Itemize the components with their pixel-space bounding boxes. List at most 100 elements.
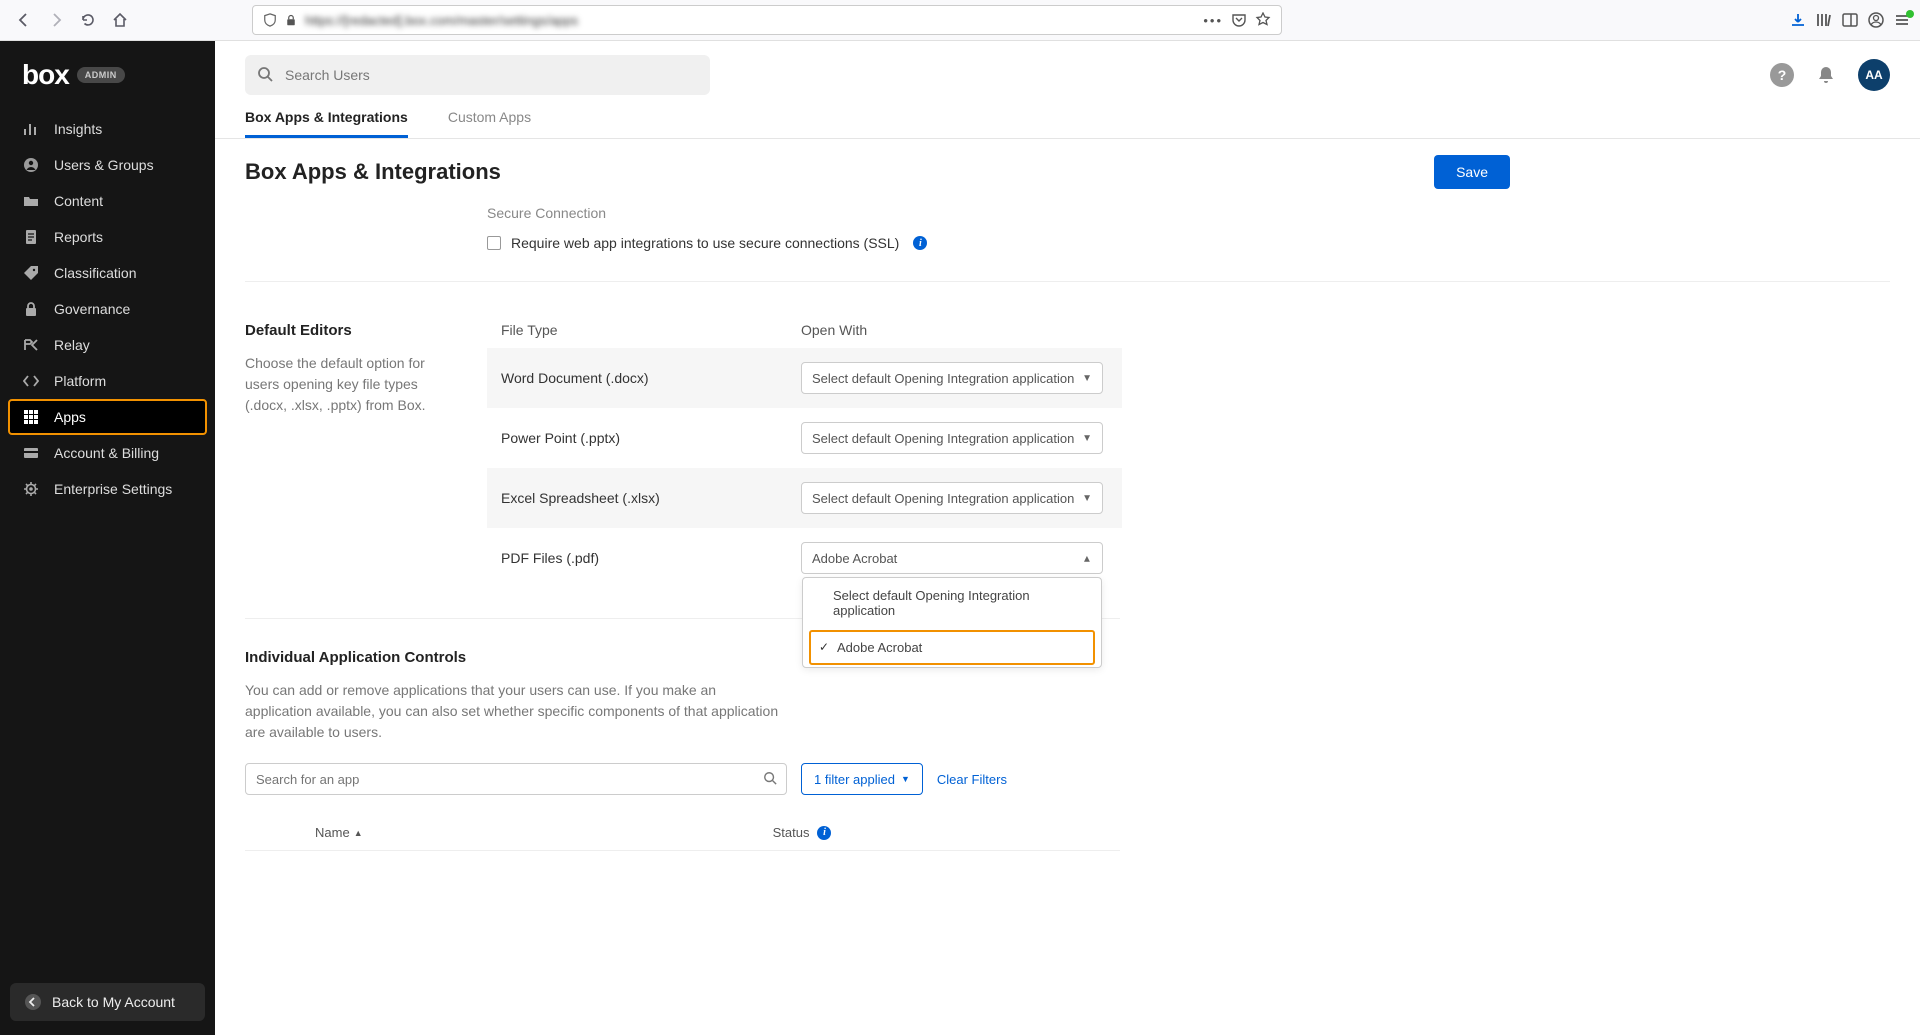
save-button[interactable]: Save	[1434, 155, 1510, 189]
document-icon	[22, 228, 40, 246]
browser-url-text: https://[redacted].box.com/master/settin…	[305, 13, 578, 28]
search-users-input[interactable]	[245, 55, 710, 95]
back-to-account-label: Back to My Account	[52, 994, 175, 1010]
account-icon[interactable]	[1868, 12, 1884, 28]
ssl-checkbox[interactable]	[487, 236, 501, 250]
browser-forward-button[interactable]	[42, 6, 70, 34]
sidebar-toggle-icon[interactable]	[1842, 12, 1858, 28]
folder-icon	[22, 192, 40, 210]
sort-asc-icon: ▲	[354, 828, 363, 838]
sidebar-item-relay[interactable]: Relay	[0, 327, 215, 363]
sidebar-item-reports[interactable]: Reports	[0, 219, 215, 255]
library-icon[interactable]	[1816, 12, 1832, 28]
menu-icon[interactable]	[1894, 12, 1910, 28]
admin-badge: ADMIN	[77, 67, 125, 83]
back-to-account-button[interactable]: Back to My Account	[10, 983, 205, 1021]
sidebar-item-label: Account & Billing	[54, 445, 159, 461]
app-table-header: Name ▲ Status i	[245, 815, 1120, 851]
search-icon	[763, 771, 777, 785]
user-avatar[interactable]: AA	[1858, 59, 1890, 91]
sidebar-item-insights[interactable]: Insights	[0, 111, 215, 147]
editor-row-pdf: PDF Files (.pdf) Adobe Acrobat ▼ Select …	[487, 528, 1122, 588]
open-with-select-powerpoint[interactable]: Select default Opening Integration appli…	[801, 422, 1103, 454]
back-circle-icon	[24, 993, 42, 1011]
main-content: ? AA Box Apps & Integrations Custom Apps…	[215, 41, 1920, 1035]
more-icon[interactable]: •••	[1203, 13, 1223, 28]
file-type-label: PDF Files (.pdf)	[501, 550, 801, 566]
shield-icon	[263, 13, 277, 27]
browser-back-button[interactable]	[10, 6, 38, 34]
filter-applied-button[interactable]: 1 filter applied ▼	[801, 763, 923, 795]
notifications-button[interactable]	[1816, 65, 1836, 85]
column-status: Status i	[773, 825, 832, 840]
card-icon	[22, 444, 40, 462]
dropdown-option-default[interactable]: Select default Opening Integration appli…	[803, 578, 1101, 628]
info-icon[interactable]: i	[913, 236, 927, 250]
sidebar-item-enterprise-settings[interactable]: Enterprise Settings	[0, 471, 215, 507]
sidebar-item-content[interactable]: Content	[0, 183, 215, 219]
relay-icon	[22, 336, 40, 354]
default-editors-section: Default Editors Choose the default optio…	[245, 281, 1890, 618]
apps-grid-icon	[22, 408, 40, 426]
column-open-with: Open With	[801, 322, 867, 338]
browser-home-button[interactable]	[106, 6, 134, 34]
tabs: Box Apps & Integrations Custom Apps	[215, 95, 1920, 139]
sidebar-item-label: Reports	[54, 229, 103, 245]
chevron-down-icon: ▼	[1082, 493, 1092, 504]
sidebar-item-classification[interactable]: Classification	[0, 255, 215, 291]
pocket-icon[interactable]	[1231, 12, 1247, 28]
user-icon	[22, 156, 40, 174]
sidebar-item-label: Platform	[54, 373, 106, 389]
sidebar-item-apps[interactable]: Apps	[8, 399, 207, 435]
open-with-select-pdf[interactable]: Adobe Acrobat ▼ Select default Opening I…	[801, 542, 1103, 574]
tab-box-apps-integrations[interactable]: Box Apps & Integrations	[245, 109, 408, 138]
logo-row: box ADMIN	[0, 59, 215, 111]
sidebar-item-label: Insights	[54, 121, 102, 137]
sidebar-item-users-groups[interactable]: Users & Groups	[0, 147, 215, 183]
chevron-down-icon: ▼	[1082, 373, 1092, 384]
editor-row-powerpoint: Power Point (.pptx) Select default Openi…	[487, 408, 1122, 468]
column-name[interactable]: Name ▲	[315, 825, 363, 840]
gear-icon	[22, 480, 40, 498]
tab-custom-apps[interactable]: Custom Apps	[448, 109, 531, 138]
sidebar-item-label: Content	[54, 193, 103, 209]
open-with-select-word[interactable]: Select default Opening Integration appli…	[801, 362, 1103, 394]
sidebar-item-governance[interactable]: Governance	[0, 291, 215, 327]
browser-url-bar[interactable]: https://[redacted].box.com/master/settin…	[252, 5, 1282, 35]
download-icon[interactable]	[1790, 12, 1806, 28]
sidebar-item-platform[interactable]: Platform	[0, 363, 215, 399]
browser-reload-button[interactable]	[74, 6, 102, 34]
chevron-down-icon: ▼	[1082, 433, 1092, 444]
open-with-select-excel[interactable]: Select default Opening Integration appli…	[801, 482, 1103, 514]
editor-row-excel: Excel Spreadsheet (.xlsx) Select default…	[487, 468, 1122, 528]
info-icon[interactable]: i	[817, 826, 831, 840]
app-search-input[interactable]	[245, 763, 787, 795]
open-with-dropdown: Select default Opening Integration appli…	[802, 577, 1102, 668]
default-editors-desc: Choose the default option for users open…	[245, 353, 457, 416]
page-header: Box Apps & Integrations Save	[215, 139, 1920, 205]
tag-icon	[22, 264, 40, 282]
secure-connection-section: Secure Connection Require web app integr…	[245, 205, 1890, 281]
editor-row-word: Word Document (.docx) Select default Ope…	[487, 348, 1122, 408]
browser-chrome: https://[redacted].box.com/master/settin…	[0, 0, 1920, 41]
clear-filters-link[interactable]: Clear Filters	[937, 772, 1007, 787]
file-type-label: Power Point (.pptx)	[501, 430, 801, 446]
chart-icon	[22, 120, 40, 138]
column-file-type: File Type	[501, 322, 801, 338]
chevron-down-icon: ▼	[901, 774, 910, 784]
sidebar-item-account-billing[interactable]: Account & Billing	[0, 435, 215, 471]
box-logo: box	[22, 59, 69, 91]
dropdown-option-acrobat[interactable]: Adobe Acrobat	[809, 630, 1095, 665]
default-editors-title: Default Editors	[245, 322, 457, 339]
sidebar-item-label: Governance	[54, 301, 130, 317]
bookmark-star-icon[interactable]	[1255, 12, 1271, 28]
help-button[interactable]: ?	[1770, 63, 1794, 87]
sidebar: box ADMIN Insights Users & Groups Conten…	[0, 41, 215, 1035]
topbar: ? AA	[215, 41, 1920, 95]
code-icon	[22, 372, 40, 390]
sidebar-item-label: Classification	[54, 265, 136, 281]
sidebar-item-label: Relay	[54, 337, 90, 353]
iac-desc: You can add or remove applications that …	[245, 680, 785, 743]
chevron-up-icon: ▼	[1082, 553, 1092, 564]
ssl-checkbox-label: Require web app integrations to use secu…	[511, 235, 899, 251]
